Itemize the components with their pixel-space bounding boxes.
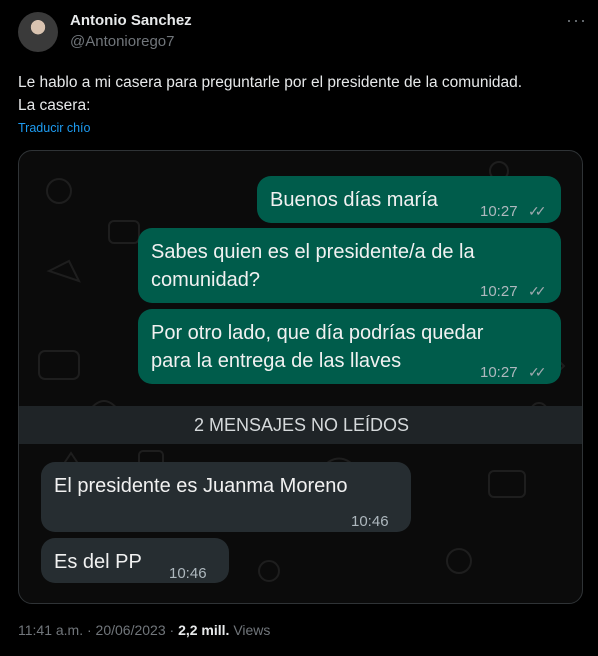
translate-link[interactable]: Traducir chío bbox=[18, 121, 90, 135]
message-bubble-out[interactable]: Por otro lado, que día podrías quedar pa… bbox=[138, 309, 561, 384]
message-text: El presidente es Juanma Moreno bbox=[54, 475, 348, 497]
message-bubble-out[interactable]: Buenos días maría 10:27 ✓✓ bbox=[257, 176, 561, 223]
views-label: Views bbox=[233, 622, 271, 638]
tweet-meta: 11:41 a.m. · 20/06/2023 · 2,2 mill. View… bbox=[18, 622, 270, 638]
message-time: 10:27 bbox=[480, 283, 518, 300]
tweet-timestamp[interactable]: 11:41 a.m. · 20/06/2023 · bbox=[18, 622, 174, 638]
author-handle[interactable]: @Antoniorego7 bbox=[70, 33, 174, 50]
chat-screenshot[interactable]: Buenos días maría 10:27 ✓✓ Sabes quien e… bbox=[18, 150, 583, 604]
message-text: Por otro lado, que día podrías quedar bbox=[151, 322, 484, 344]
more-horizontal-icon[interactable]: ··· bbox=[566, 10, 587, 31]
message-time: 10:46 bbox=[169, 565, 207, 582]
tweet-line: Le hablo a mi casera para preguntarle po… bbox=[18, 74, 523, 91]
tweet-line: La casera: bbox=[18, 97, 91, 114]
unread-messages-banner: 2 MENSAJES NO LEÍDOS bbox=[19, 406, 582, 444]
tweet-text: Le hablo a mi casera para preguntarle po… bbox=[18, 71, 588, 117]
message-text: Sabes quien es el presidente/a de la bbox=[151, 241, 475, 263]
double-check-icon: ✓✓ bbox=[528, 364, 547, 380]
message-time: 10:46 bbox=[351, 513, 389, 530]
message-time: 10:27 bbox=[480, 364, 518, 381]
message-bubble-in[interactable]: Es del PP 10:46 bbox=[41, 538, 229, 583]
author-name[interactable]: Antonio Sanchez bbox=[70, 12, 192, 29]
message-text: Buenos días maría bbox=[270, 189, 438, 211]
double-check-icon: ✓✓ bbox=[528, 203, 547, 219]
message-bubble-in[interactable]: El presidente es Juanma Moreno 10:46 bbox=[41, 462, 411, 532]
double-check-icon: ✓✓ bbox=[528, 283, 547, 299]
message-time: 10:27 bbox=[480, 203, 518, 220]
message-text: Es del PP bbox=[54, 551, 142, 573]
message-bubble-out[interactable]: Sabes quien es el presidente/a de la com… bbox=[138, 228, 561, 303]
views-count: 2,2 mill. bbox=[178, 622, 230, 638]
avatar[interactable] bbox=[18, 12, 58, 52]
